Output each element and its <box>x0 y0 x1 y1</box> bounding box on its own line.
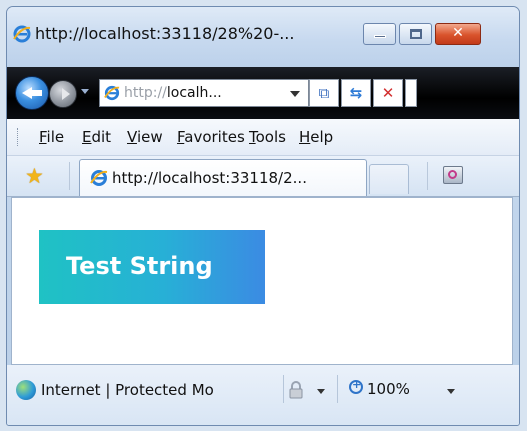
refresh-button[interactable]: ⇆ <box>341 79 371 107</box>
menu-help[interactable]: Help <box>299 128 333 146</box>
address-bar[interactable]: http://localh... <box>99 79 309 107</box>
new-tab-button[interactable] <box>369 164 409 194</box>
recent-pages-dropdown-icon[interactable] <box>81 89 89 94</box>
test-string-text: Test String <box>66 252 213 280</box>
title-bar: http://localhost:33118/28%20-... <box>7 7 519 67</box>
divider <box>337 375 338 403</box>
menu-grip <box>17 128 20 146</box>
tab-bar: ★ http://localhost:33118/2... <box>7 156 519 197</box>
address-host: localh... <box>166 85 222 101</box>
security-zone-text[interactable]: Internet | Protected Mo <box>41 381 281 399</box>
divider <box>427 162 428 190</box>
address-dropdown-icon[interactable] <box>290 91 300 97</box>
address-text[interactable]: http://localh... <box>124 85 222 101</box>
zoom-icon[interactable] <box>349 378 363 394</box>
internet-globe-icon <box>16 380 36 400</box>
search-box[interactable] <box>405 79 417 107</box>
compatibility-view-button[interactable]: ⧉ <box>309 79 339 107</box>
menu-bar: File Edit View Favorites Tools Help <box>7 119 519 156</box>
page-content: Test String <box>11 197 513 365</box>
browser-window: http://localhost:33118/28%20-... http://… <box>6 6 520 426</box>
ie-logo-icon <box>13 25 31 43</box>
test-string-box: Test String <box>39 230 265 304</box>
navigation-bar: http://localh... ⧉ ⇆ ✕ <box>7 67 519 119</box>
menu-view[interactable]: View <box>127 128 163 146</box>
window-title: http://localhost:33118/28%20-... <box>35 24 295 43</box>
divider <box>69 162 70 190</box>
minimize-button[interactable] <box>363 23 396 45</box>
home-page-icon[interactable] <box>443 166 463 184</box>
back-button[interactable] <box>15 76 49 110</box>
tab-active[interactable]: http://localhost:33118/2... <box>79 159 367 196</box>
forward-button[interactable] <box>49 80 77 108</box>
status-bar: Internet | Protected Mo 100% <box>7 365 519 425</box>
zoom-level[interactable]: 100% <box>367 380 410 398</box>
protected-mode-lock-icon[interactable] <box>289 381 303 399</box>
menu-tools[interactable]: Tools <box>249 128 286 146</box>
ie-tab-icon <box>90 170 108 186</box>
favorites-star-icon[interactable]: ★ <box>25 164 44 188</box>
close-button[interactable] <box>435 23 481 45</box>
menu-favorites[interactable]: Favorites <box>177 128 245 146</box>
divider <box>283 375 284 403</box>
maximize-button[interactable] <box>399 23 432 45</box>
stop-button[interactable]: ✕ <box>373 79 403 107</box>
tab-label: http://localhost:33118/2... <box>112 169 307 187</box>
menu-file[interactable]: File <box>39 128 64 146</box>
menu-edit[interactable]: Edit <box>82 128 111 146</box>
zoom-dropdown-icon[interactable] <box>447 389 455 394</box>
ie-page-icon <box>104 85 120 101</box>
protected-mode-dropdown-icon[interactable] <box>317 389 325 394</box>
address-protocol: http:// <box>124 85 167 101</box>
